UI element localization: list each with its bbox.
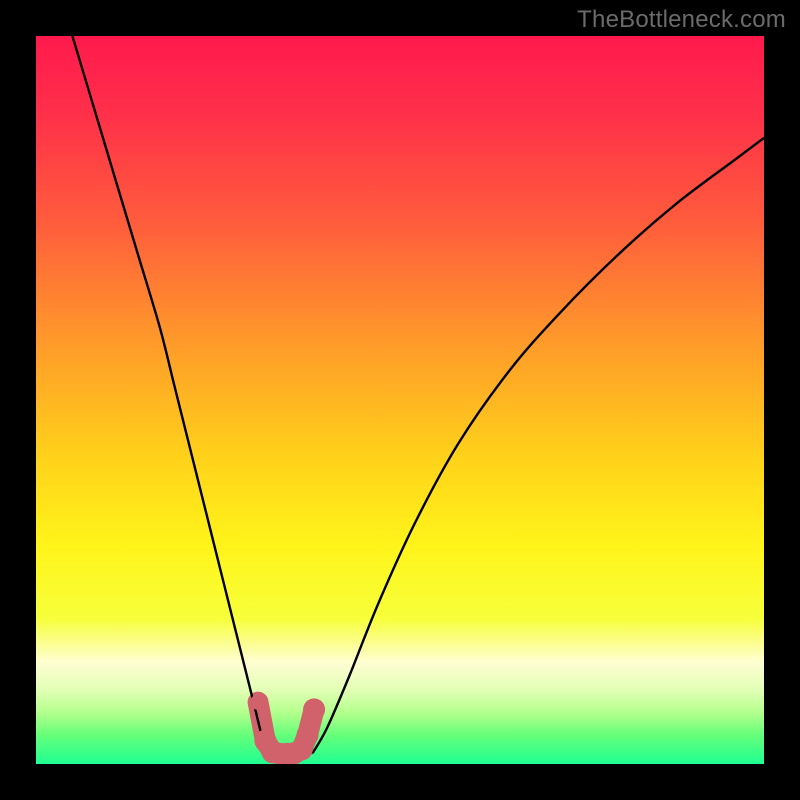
- chart-frame: TheBottleneck.com: [0, 0, 800, 800]
- chart-svg: [36, 36, 764, 764]
- watermark-text: TheBottleneck.com: [577, 6, 786, 34]
- marker-dot: [297, 724, 319, 746]
- gradient-background: [36, 36, 764, 764]
- marker-dot: [250, 694, 265, 709]
- plot-area: [36, 36, 764, 764]
- marker-dot: [303, 698, 325, 720]
